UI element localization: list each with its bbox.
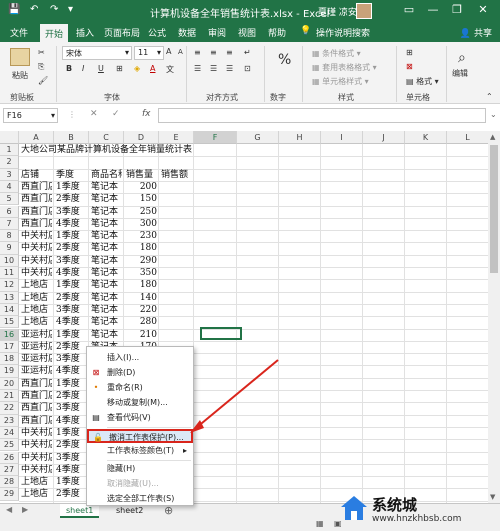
watermark: 系统城 www.hnzkhbsb.com bbox=[336, 490, 500, 531]
annotation-arrow bbox=[190, 359, 279, 433]
watermark-brand: 系统城 bbox=[372, 496, 418, 514]
watermark-url: www.hnzkhbsb.com bbox=[372, 514, 462, 524]
house-logo-icon bbox=[341, 496, 367, 520]
